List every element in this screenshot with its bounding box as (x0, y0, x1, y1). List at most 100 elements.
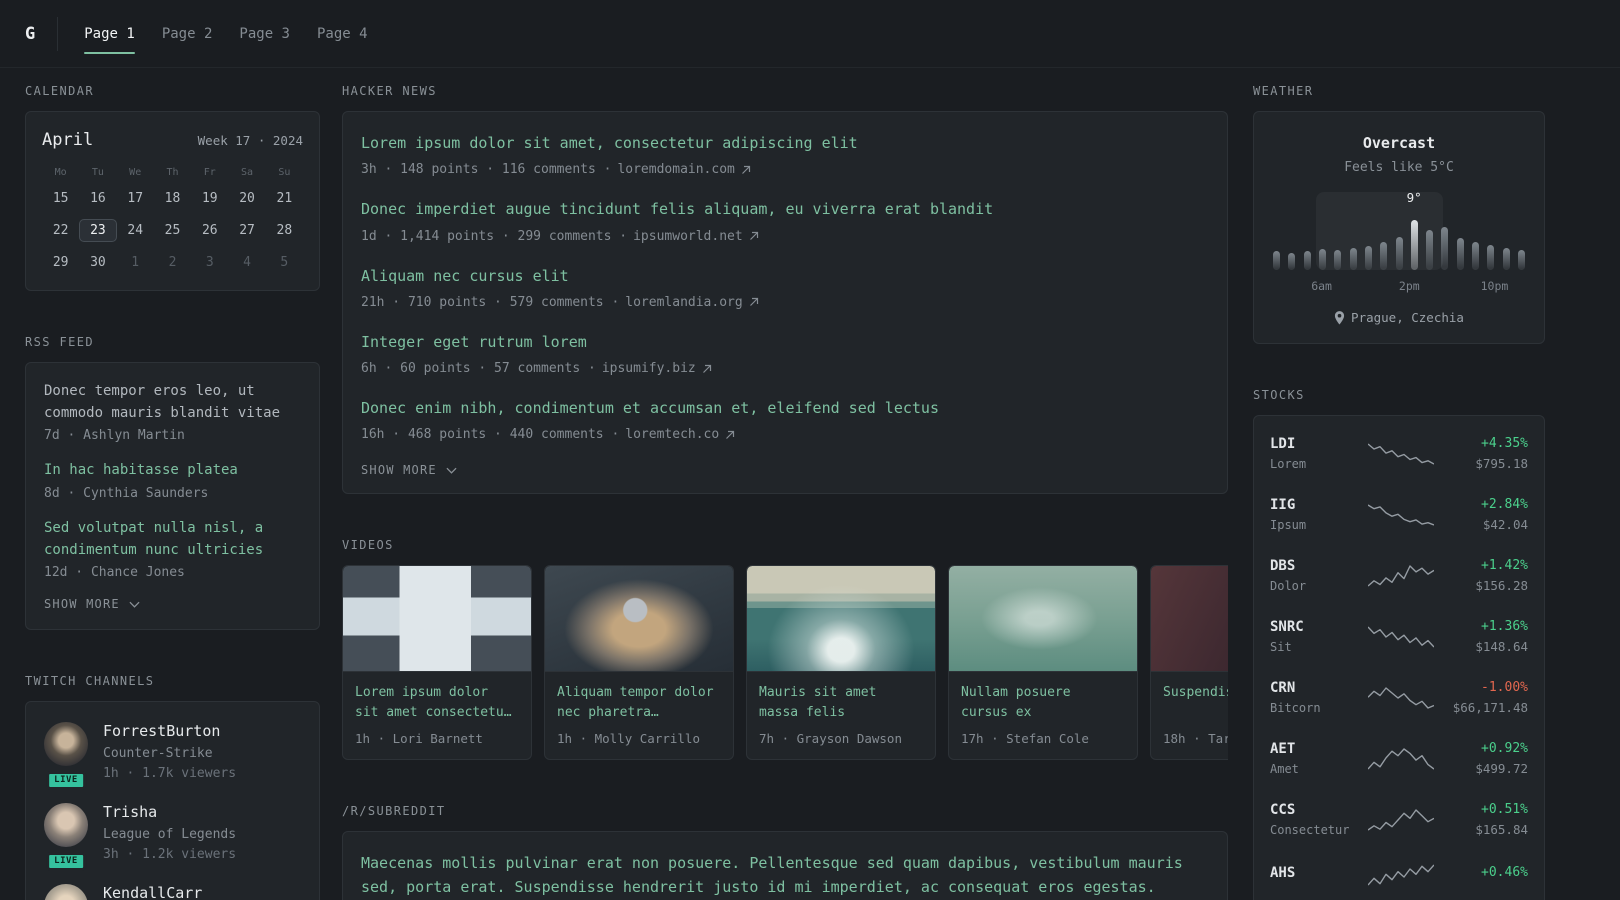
twitch-channel[interactable]: LIVE Trisha League of Legends 3h · 1.2k … (44, 803, 301, 872)
hn-item-domain-link[interactable]: ipsumify.biz (602, 361, 696, 376)
calendar-week-year: Week 17 · 2024 (197, 133, 303, 148)
hn-item-link[interactable]: Donec enim nibh, condimentum et accumsan… (361, 397, 1209, 420)
stock-id: IIG Ipsum (1270, 497, 1368, 532)
weather-bar (1502, 248, 1510, 270)
channel-info: KendallCarr (103, 884, 202, 900)
calendar-day-header: Su (278, 167, 291, 178)
video-card[interactable]: Suspendisse diam 18h · Tara (1150, 565, 1228, 761)
hn-show-more-button[interactable]: SHOW MORE (361, 463, 1209, 477)
stock-row[interactable]: LDI Lorem +4.35% $795.18 (1270, 423, 1528, 484)
calendar-day: 21 (276, 191, 293, 206)
stock-row[interactable]: SNRC Sit +1.36% $148.64 (1270, 606, 1528, 667)
video-thumbnail (949, 566, 1137, 673)
rss-item-link[interactable]: In hac habitasse platea (44, 460, 301, 482)
calendar-day: 30 (90, 255, 106, 270)
rss-item-link[interactable]: Donec tempor eros leo, ut commodo mauris… (44, 381, 301, 424)
hn-item-link[interactable]: Aliquam nec cursus elit (361, 265, 1209, 288)
stock-row[interactable]: AHS +0.46% (1270, 850, 1528, 900)
rss-card: Donec tempor eros leo, ut commodo mauris… (25, 362, 320, 631)
external-link-icon (702, 364, 711, 373)
hn-item: Integer eget rutrum lorem 6h · 60 points… (361, 331, 1209, 376)
rss-item: Donec tempor eros leo, ut commodo mauris… (44, 381, 301, 443)
stock-ticker: IIG (1270, 497, 1296, 513)
hn-item-domain-link[interactable]: ipsumworld.net (633, 229, 743, 244)
stock-sparkline (1368, 503, 1434, 526)
stock-change: +0.92% (1481, 741, 1528, 756)
hn-item-stats: 3h · 148 points · 116 comments · (361, 162, 612, 178)
video-card[interactable]: Nullam posuere cursus ex 17h · Stefan Co… (948, 565, 1138, 761)
video-card[interactable]: Mauris sit amet massa felis 7h · Grayson… (746, 565, 936, 761)
calendar-day: 20 (239, 191, 255, 206)
chevron-down-icon (446, 467, 457, 474)
hn-item-domain-link[interactable]: loremdomain.com (617, 162, 734, 177)
stocks-widget: STOCKS LDI Lorem +4.35% $795.18 IIG Ipsu… (1253, 388, 1545, 900)
stock-change: +1.36% (1481, 619, 1528, 634)
stock-sparkline (1368, 564, 1434, 587)
hn-item-domain-link[interactable]: loremlandia.org (625, 295, 742, 310)
weather-condition: Overcast (1362, 134, 1436, 152)
tab-page-1[interactable]: Page 1 (84, 0, 135, 67)
rss-show-more-button[interactable]: SHOW MORE (44, 597, 301, 611)
calendar-day: 16 (90, 191, 106, 206)
tab-page-4[interactable]: Page 4 (317, 0, 368, 67)
hacker-news-widget-title: HACKER NEWS (342, 84, 437, 98)
external-link-icon (749, 231, 758, 240)
avatar-wrap: LIVE (44, 803, 88, 872)
stock-change: +1.42% (1481, 558, 1528, 573)
dashboard: CALENDAR April Week 17 · 2024 Mo Tu We T… (0, 68, 1620, 900)
rss-item-link[interactable]: Sed volutpat nulla nisl, a condimentum n… (44, 518, 301, 561)
twitch-channel[interactable]: LIVE ForrestBurton Counter-Strike 1h · 1… (44, 722, 301, 791)
hn-item: Lorem ipsum dolor sit amet, consectetur … (361, 132, 1209, 177)
subreddit-post-link[interactable]: Maecenas mollis pulvinar erat non posuer… (361, 852, 1209, 899)
subreddit-widget-title: /R/SUBREDDIT (342, 804, 446, 819)
video-card[interactable]: Lorem ipsum dolor sit amet consectetu… 1… (342, 565, 532, 761)
channel-name: ForrestBurton (103, 722, 221, 741)
video-thumbnail (1151, 566, 1228, 673)
stock-change: +0.51% (1481, 802, 1528, 817)
hn-item-link[interactable]: Donec imperdiet augue tincidunt felis al… (361, 198, 1209, 221)
hn-item-meta: 1d · 1,414 points · 299 comments · ipsum… (361, 229, 1209, 244)
video-body: Aliquam tempor dolor nec pharetra… 1h · … (545, 672, 733, 759)
video-card[interactable]: Aliquam tempor dolor nec pharetra… 1h · … (544, 565, 734, 761)
weather-bar (1472, 242, 1480, 270)
left-column: CALENDAR April Week 17 · 2024 Mo Tu We T… (25, 84, 320, 900)
tab-page-2[interactable]: Page 2 (162, 0, 213, 67)
rss-item-meta: 7d · Ashlyn Martin (44, 428, 185, 444)
calendar-day: 22 (52, 223, 69, 238)
hn-item: Donec enim nibh, condimentum et accumsan… (361, 397, 1209, 442)
hn-show-more-label: SHOW MORE (361, 463, 437, 478)
calendar-header: April Week 17 · 2024 (42, 130, 303, 150)
stock-price: $499.72 (1475, 761, 1528, 776)
video-title: Lorem ipsum dolor sit amet consectetu… (355, 685, 512, 721)
stock-price: $165.84 (1475, 822, 1528, 837)
stocks-widget-title: STOCKS (1253, 388, 1305, 402)
stock-row[interactable]: AET Amet +0.92% $499.72 (1270, 728, 1528, 789)
stock-row[interactable]: CCS Consectetur +0.51% $165.84 (1270, 789, 1528, 850)
hn-item-link[interactable]: Integer eget rutrum lorem (361, 331, 1209, 354)
stock-row[interactable]: DBS Dolor +1.42% $156.28 (1270, 545, 1528, 606)
calendar-day-next-month: 2 (168, 255, 177, 270)
calendar-day-next-month: 5 (280, 255, 289, 270)
hn-item-stats: 6h · 60 points · 57 comments · (361, 361, 596, 376)
calendar-day: 15 (52, 191, 69, 206)
calendar-day-next-month: 1 (131, 255, 140, 270)
tab-page-3[interactable]: Page 3 (239, 0, 290, 67)
weather-bar (1426, 230, 1434, 270)
weather-chart: 9° (1270, 190, 1528, 270)
stock-sparkline (1368, 808, 1434, 831)
hn-item-link[interactable]: Lorem ipsum dolor sit amet, consectetur … (361, 132, 1209, 155)
weather-bar (1364, 246, 1372, 270)
stock-name: Dolor (1270, 579, 1307, 593)
subreddit-card: Maecenas mollis pulvinar erat non posuer… (342, 831, 1228, 900)
hn-item-meta: 16h · 468 points · 440 comments · loremt… (361, 427, 1209, 442)
hn-item-domain-link[interactable]: loremtech.co (625, 427, 719, 442)
calendar-day-header: Fr (203, 167, 216, 178)
stock-price: $66,171.48 (1452, 700, 1528, 715)
avatar (44, 722, 88, 767)
chevron-down-icon (129, 601, 140, 608)
stock-row[interactable]: IIG Ipsum +2.84% $42.04 (1270, 484, 1528, 545)
stock-row[interactable]: CRN Bitcorn -1.00% $66,171.48 (1270, 667, 1528, 728)
page-tabs: Page 1 Page 2 Page 3 Page 4 (84, 0, 394, 67)
stock-values: +0.92% $499.72 (1475, 741, 1528, 776)
twitch-channel[interactable]: KendallCarr (44, 884, 301, 900)
